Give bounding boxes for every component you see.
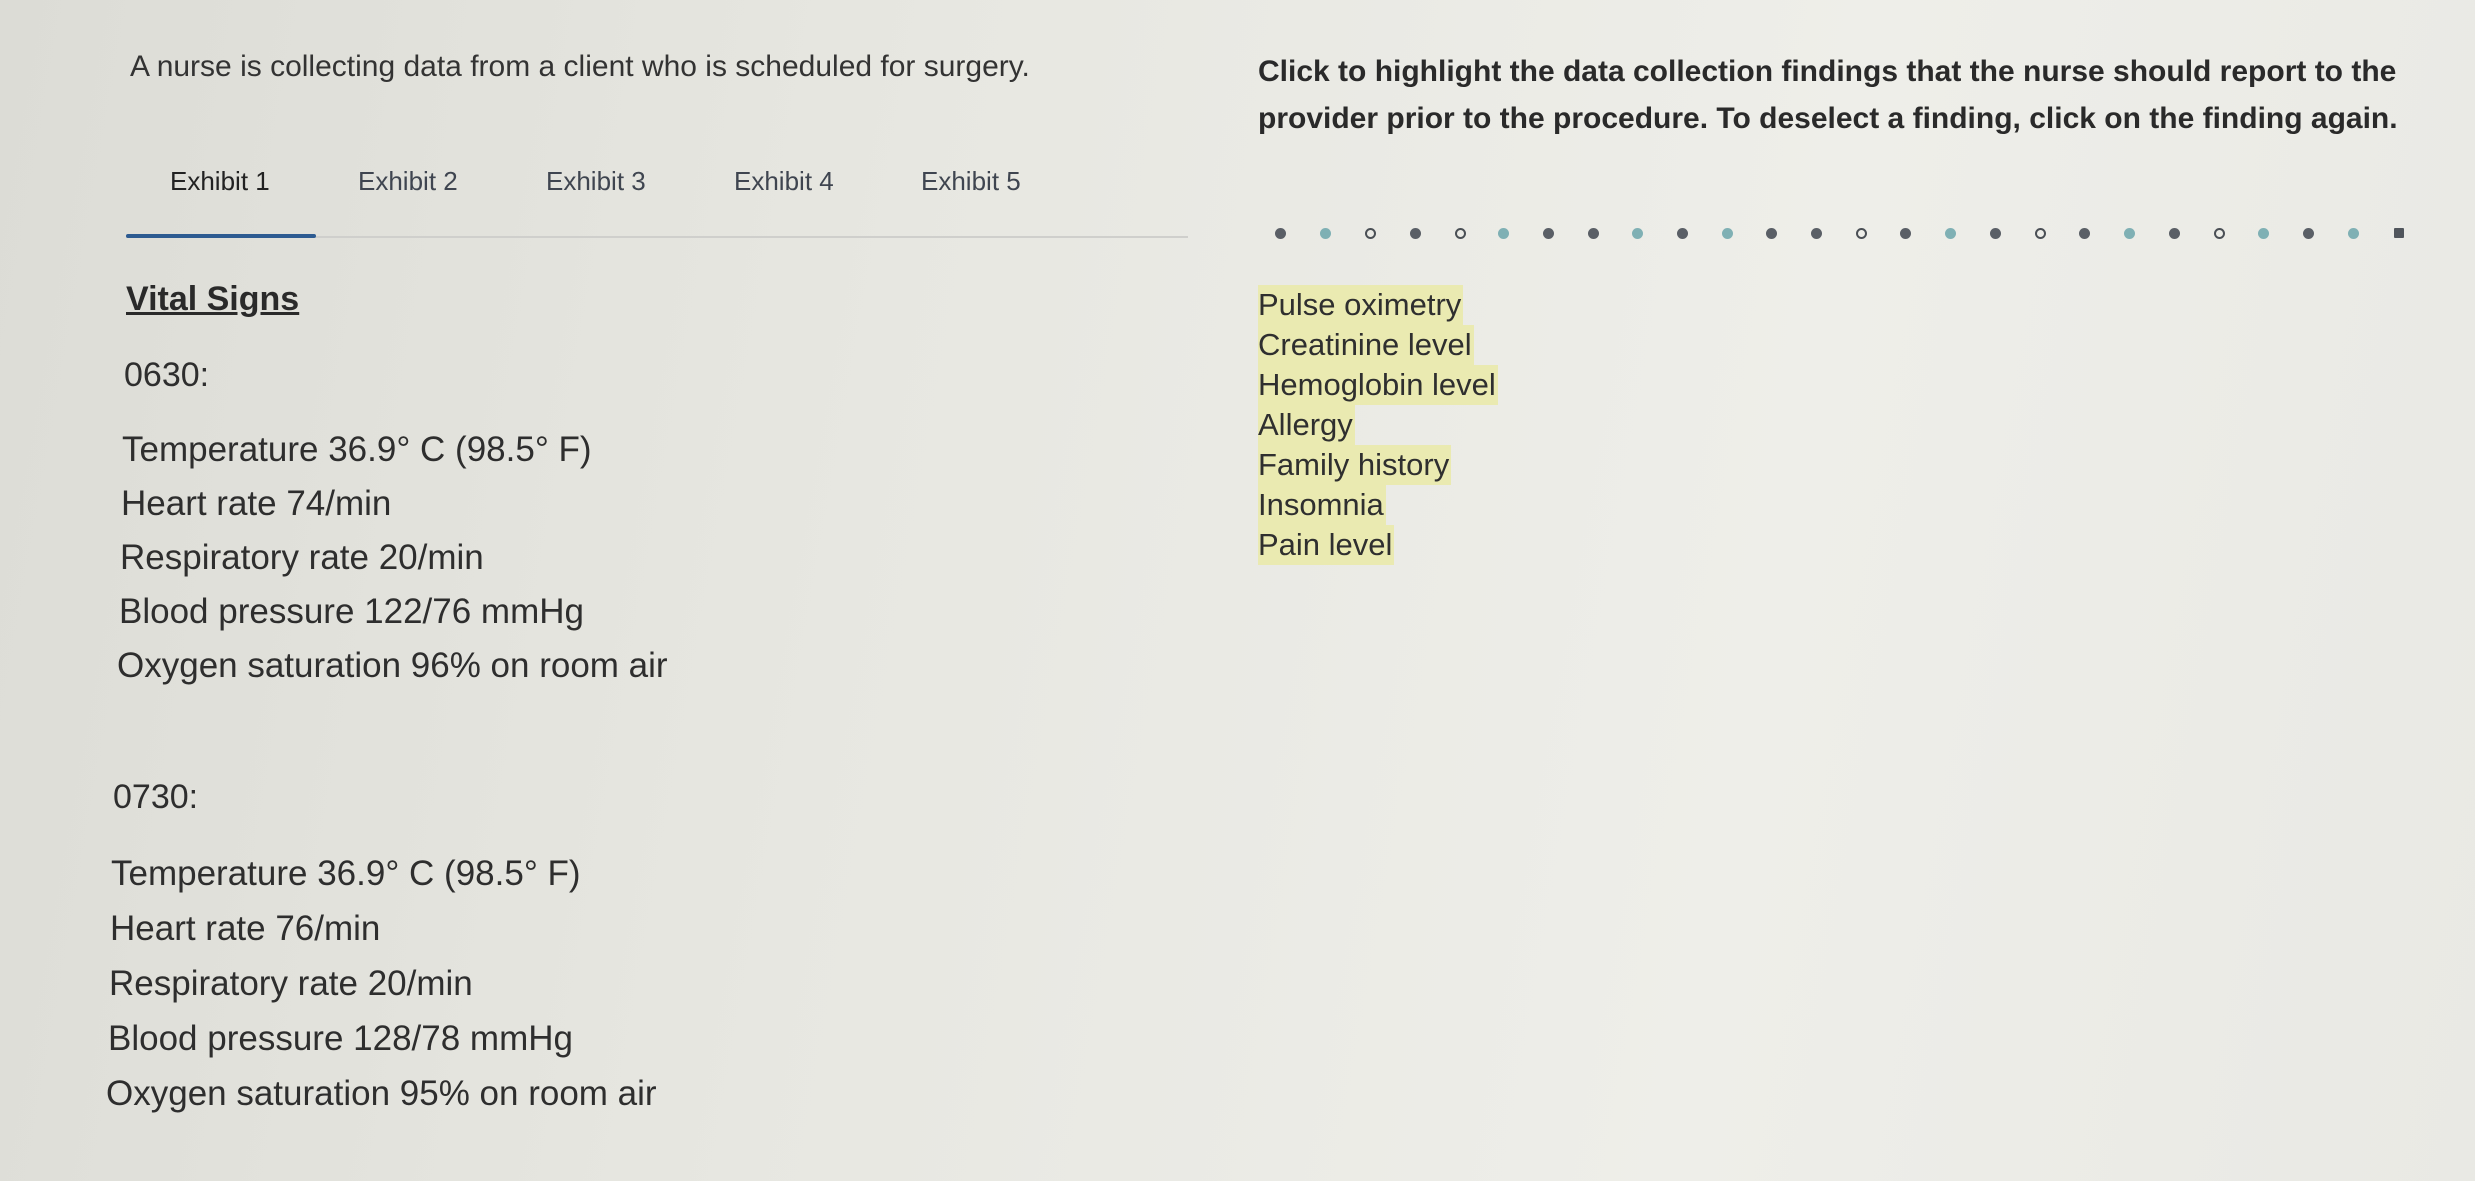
divider-dot [1410,228,1421,239]
divider-dot [1365,228,1376,239]
question-stem: A nurse is collecting data from a client… [130,50,1030,83]
divider-dot [1990,228,2001,239]
active-tab-indicator [126,234,316,238]
divider-dot [1455,228,1466,239]
vital-blood-pressure: Blood pressure 128/78 mmHg [108,1019,573,1058]
finding-family-history[interactable]: Family history [1258,445,1452,485]
vital-oxygen-saturation: Oxygen saturation 95% on room air [106,1074,657,1113]
divider-dot [1856,228,1867,239]
reading-time: 0730: [113,778,199,816]
findings-list: Pulse oximetry Creatinine level Hemoglob… [1258,285,1498,565]
reading-time: 0630: [124,356,210,394]
finding-hemoglobin-level[interactable]: Hemoglobin level [1258,365,1498,405]
vital-temperature: Temperature 36.9° C (98.5° F) [111,854,581,893]
vital-blood-pressure: Blood pressure 122/76 mmHg [119,592,584,631]
vital-oxygen-saturation: Oxygen saturation 96% on room air [117,646,668,685]
divider-dot [1498,228,1509,239]
tab-exhibit-3[interactable]: Exhibit 3 [546,166,646,197]
dotted-divider [1270,222,2415,246]
vital-temperature: Temperature 36.9° C (98.5° F) [122,430,592,469]
finding-creatinine-level[interactable]: Creatinine level [1258,325,1474,365]
finding-pulse-oximetry[interactable]: Pulse oximetry [1258,285,1464,325]
divider-dot [2124,228,2135,239]
divider-dot [2348,228,2359,239]
divider-dot [2214,228,2225,239]
exhibit-title: Vital Signs [126,280,300,318]
divider-dot [1722,228,1733,239]
divider-dot [1275,228,1286,239]
finding-insomnia[interactable]: Insomnia [1258,485,1386,525]
tab-exhibit-1[interactable]: Exhibit 1 [170,166,270,197]
divider-dot [2303,228,2314,239]
divider-dot [1543,228,1554,239]
vital-respiratory-rate: Respiratory rate 20/min [120,538,484,577]
finding-pain-level[interactable]: Pain level [1258,525,1395,565]
tab-exhibit-2[interactable]: Exhibit 2 [358,166,458,197]
divider-dot [1766,228,1777,239]
vital-heart-rate: Heart rate 76/min [110,909,381,948]
divider-dot [1320,228,1331,239]
divider-dot [2394,228,2404,238]
divider-dot [1900,228,1911,239]
divider-dot [1632,228,1643,239]
question-instruction: Click to highlight the data collection f… [1258,55,2398,135]
divider-dot [1677,228,1688,239]
finding-allergy[interactable]: Allergy [1258,405,1355,445]
tab-exhibit-5[interactable]: Exhibit 5 [921,166,1021,197]
vital-heart-rate: Heart rate 74/min [121,484,392,523]
divider-dot [1811,228,1822,239]
divider-dot [1588,228,1599,239]
divider-dot [2079,228,2090,239]
tab-exhibit-4[interactable]: Exhibit 4 [734,166,834,197]
exhibit-tabs: Exhibit 1 Exhibit 2 Exhibit 3 Exhibit 4 … [126,160,1188,238]
divider-dot [2035,228,2046,239]
divider-dot [1945,228,1956,239]
divider-dot [2258,228,2269,239]
divider-dot [2169,228,2180,239]
vital-respiratory-rate: Respiratory rate 20/min [109,964,473,1003]
